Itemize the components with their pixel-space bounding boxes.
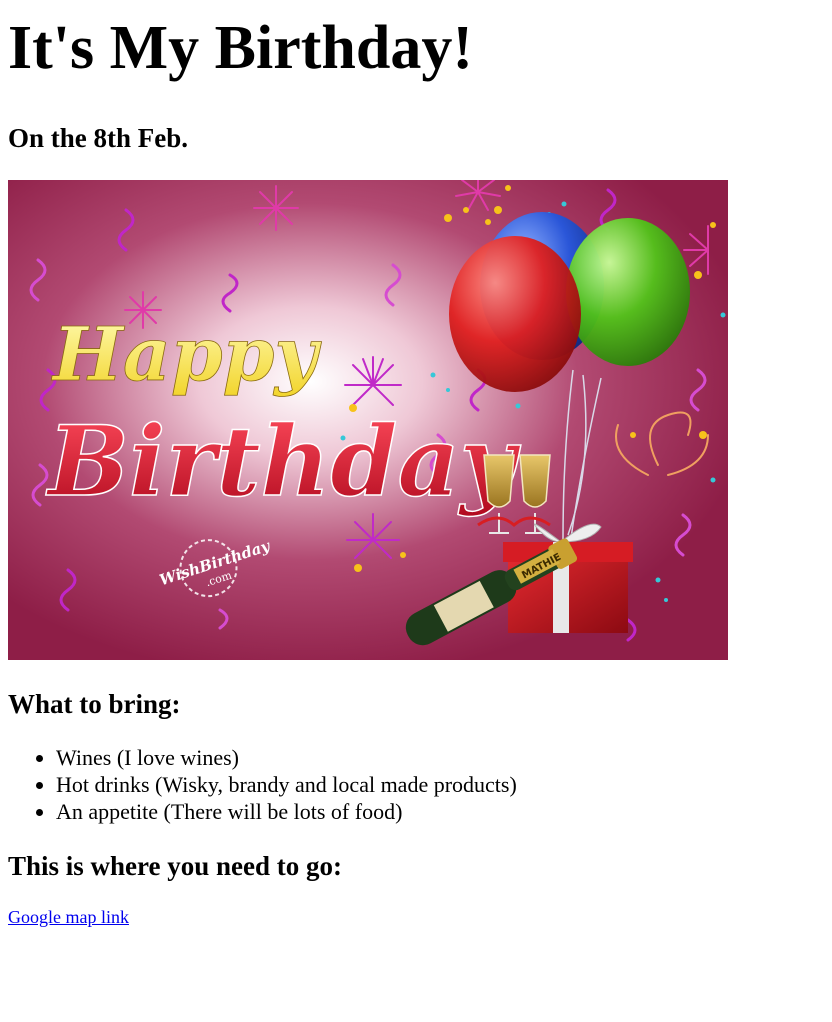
- page-title: It's My Birthday!: [8, 14, 473, 82]
- happy-text: Happy: [51, 312, 322, 398]
- birthday-banner-image: Happy Birthday WishBirthday .com MATHIE: [8, 180, 728, 660]
- birthday-text: Birthday: [45, 405, 522, 518]
- bring-list: Wines (I love wines) Hot drinks (Wisky, …: [8, 744, 517, 825]
- red-balloon: [449, 236, 581, 392]
- what-to-bring-heading: What to bring:: [8, 689, 181, 719]
- list-item: Wines (I love wines): [56, 744, 517, 771]
- directions-heading: This is where you need to go:: [8, 851, 343, 881]
- list-item: An appetite (There will be lots of food): [56, 798, 517, 825]
- google-map-link[interactable]: Google map link: [8, 907, 129, 928]
- list-item: Hot drinks (Wisky, brandy and local made…: [56, 771, 517, 798]
- green-balloon: [566, 218, 690, 366]
- date-subtitle: On the 8th Feb.: [8, 123, 189, 153]
